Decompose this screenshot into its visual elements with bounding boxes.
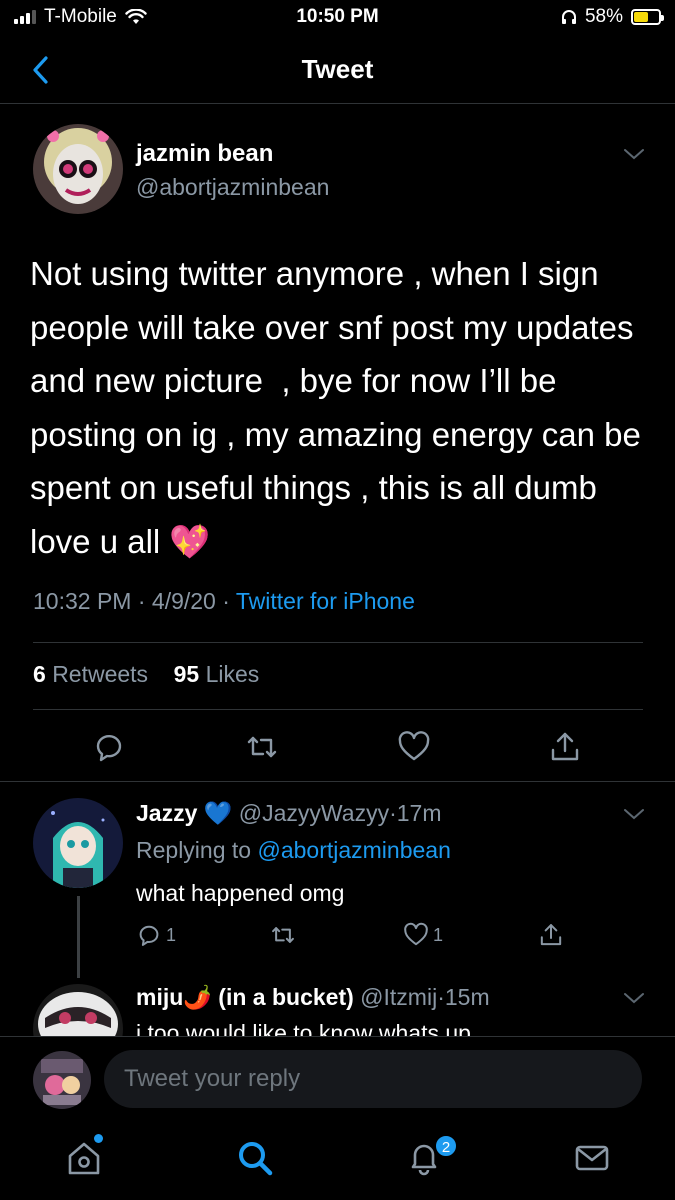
home-new-dot: [94, 1134, 103, 1143]
retweet-icon: [272, 927, 294, 943]
reply-icon: [139, 925, 159, 946]
reply-author-name[interactable]: Jazzy 💙: [136, 800, 232, 826]
search-icon[interactable]: [235, 1138, 275, 1178]
chevron-down-icon[interactable]: [622, 146, 646, 162]
reply-like-button[interactable]: 1: [403, 922, 443, 948]
reply-author-handle[interactable]: @JazyyWazyy: [239, 800, 389, 826]
divider: [0, 781, 675, 782]
reply-time: 15m: [444, 984, 490, 1010]
tweet-date: 4/9/20: [151, 588, 216, 614]
avatar-image: [33, 1051, 91, 1109]
replying-to-mention[interactable]: @abortjazminbean: [257, 837, 450, 863]
headphones-icon: [561, 10, 576, 24]
author-name[interactable]: jazmin bean: [136, 140, 273, 168]
author-avatar[interactable]: [33, 124, 123, 214]
battery-fill: [634, 12, 648, 22]
tweet-text: Not using twitter anymore , when I sign …: [30, 255, 651, 560]
retweets-count: 6: [33, 661, 46, 687]
compose-bar: [0, 1036, 675, 1124]
user-avatar[interactable]: [33, 1051, 91, 1109]
reply-text: what happened omg: [136, 880, 345, 906]
replying-to: Replying to @abortjazminbean: [136, 837, 451, 864]
reply-retweet-button[interactable]: [270, 922, 296, 948]
meta-separator-2: ·: [222, 588, 230, 614]
status-right: 58%: [561, 6, 664, 28]
reply-avatar[interactable]: [33, 798, 123, 888]
divider: [33, 709, 643, 710]
tweet-stats: 6 Retweets 95 Likes: [33, 661, 259, 688]
reply-like-count: 1: [433, 924, 444, 945]
reply-text: i too would like to know whats up: [136, 1020, 471, 1036]
reply-share-button[interactable]: [538, 922, 564, 948]
reply-icon[interactable]: [92, 730, 126, 764]
reply-time: 17m: [396, 800, 442, 826]
heart-icon: [404, 922, 428, 946]
chevron-down-icon[interactable]: [622, 990, 646, 1006]
divider: [33, 642, 643, 643]
author-handle[interactable]: @abortjazminbean: [136, 174, 329, 201]
retweets-label: Retweets: [52, 661, 149, 687]
thread-line: [77, 896, 80, 978]
tweet-meta: 10:32 PM · 4/9/20 · Twitter for iPhone: [33, 588, 415, 615]
reply-author-handle[interactable]: @Itzmij: [360, 984, 437, 1010]
avatar-image: [33, 984, 123, 1036]
avatar-image: [33, 124, 123, 214]
chevron-down-icon[interactable]: [622, 806, 646, 822]
reply-avatar[interactable]: [33, 984, 123, 1036]
tweet-source-link[interactable]: Twitter for iPhone: [236, 588, 415, 614]
heart-icon[interactable]: [397, 730, 431, 764]
likes-label: Likes: [205, 661, 260, 687]
meta-separator: ·: [437, 984, 445, 1010]
status-bar: T-Mobile 10:50 PM 58%: [0, 0, 675, 36]
home-icon[interactable]: [64, 1138, 104, 1178]
reply-reply-button[interactable]: 1: [136, 922, 176, 948]
meta-separator: ·: [137, 588, 146, 614]
retweet-icon[interactable]: [245, 730, 279, 764]
reply-header: miju🌶️ (in a bucket) @Itzmij·15m: [136, 984, 490, 1011]
tweet-action-bar: [0, 724, 675, 776]
reply-header: Jazzy 💙 @JazyyWazyy·17m: [136, 800, 442, 827]
reply-tweet[interactable]: miju🌶️ (in a bucket) @Itzmij·15m i too w…: [0, 980, 675, 1036]
battery-charging-icon: [631, 9, 664, 25]
meta-separator: ·: [389, 800, 397, 826]
share-icon: [540, 924, 562, 946]
avatar-image: [33, 798, 123, 888]
reply-author-name[interactable]: miju🌶️ (in a bucket): [136, 984, 354, 1010]
retweets-stat[interactable]: 6 Retweets: [33, 661, 148, 687]
battery-percent: 58%: [584, 6, 623, 27]
messages-icon[interactable]: [572, 1138, 612, 1178]
reply-reply-count: 1: [166, 924, 177, 945]
tweet-time: 10:32 PM: [33, 588, 132, 614]
likes-stat[interactable]: 95 Likes: [174, 661, 260, 687]
reply-input[interactable]: [104, 1050, 642, 1108]
share-icon[interactable]: [548, 730, 582, 764]
replying-to-label: Replying to: [136, 837, 252, 863]
notifications-badge: 2: [434, 1134, 458, 1158]
page-title: Tweet: [301, 54, 374, 84]
likes-count: 95: [173, 661, 200, 687]
nav-header: Tweet: [0, 36, 675, 104]
tab-bar: 2: [0, 1124, 675, 1200]
